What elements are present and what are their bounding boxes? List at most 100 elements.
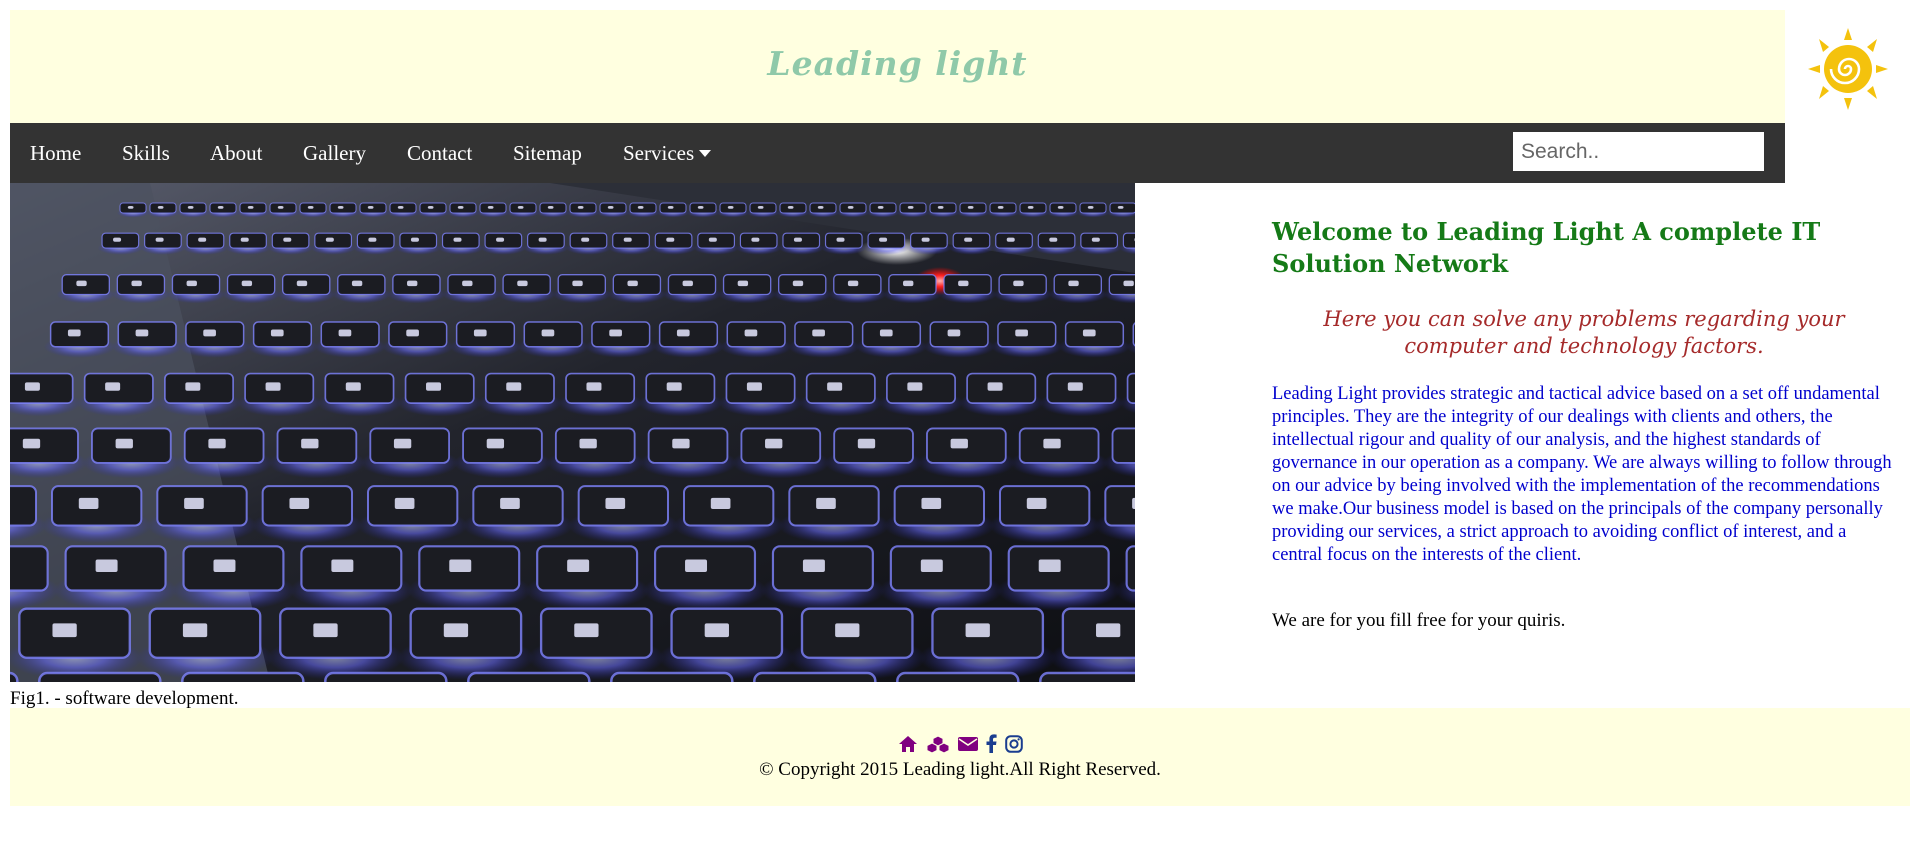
facebook-icon[interactable] — [986, 734, 997, 758]
key-legend — [579, 438, 597, 449]
nav-sitemap[interactable]: Sitemap — [513, 123, 582, 183]
key-legend — [1043, 438, 1061, 449]
key-legend — [812, 329, 825, 337]
key-legend — [1082, 329, 1096, 337]
key-legend — [541, 329, 555, 337]
key-legend — [247, 206, 254, 209]
key-legend — [746, 382, 762, 391]
key-legend — [816, 497, 836, 509]
keyboard-photo — [10, 183, 1135, 682]
key-legend — [240, 237, 249, 242]
key-legend — [213, 559, 236, 572]
key-legend — [605, 497, 626, 509]
key-legend — [313, 623, 338, 638]
copyright-text: © Copyright 2015 Leading light.All Right… — [759, 759, 1161, 780]
keyboard-key — [1125, 545, 1135, 592]
key-legend — [301, 438, 319, 449]
nav-skills[interactable]: Skills — [122, 123, 170, 183]
key-legend — [958, 280, 969, 287]
key-legend — [907, 382, 923, 391]
key-legend — [1123, 280, 1134, 287]
keyboard-key — [467, 671, 591, 682]
key-legend — [623, 237, 632, 242]
cubes-icon[interactable] — [926, 734, 950, 758]
key-legend — [1067, 382, 1083, 391]
hero-image — [10, 183, 1135, 682]
key-legend — [337, 206, 344, 209]
key-legend — [937, 206, 944, 209]
key-legend — [879, 237, 888, 242]
nav-home[interactable]: Home — [30, 123, 81, 183]
key-legend — [307, 206, 314, 209]
key-legend — [67, 329, 81, 337]
key-legend — [965, 623, 990, 638]
key-legend — [547, 206, 554, 209]
key-legend — [574, 623, 599, 638]
keyboard-key — [181, 671, 305, 682]
nav-contact[interactable]: Contact — [407, 123, 472, 183]
key-legend — [1057, 206, 1064, 209]
key-legend — [1087, 206, 1094, 209]
key-legend — [793, 237, 802, 242]
key-legend — [947, 329, 961, 337]
key-legend — [443, 623, 469, 638]
welcome-heading: Welcome to Leading Light A complete IT S… — [1272, 217, 1821, 278]
key-legend — [667, 206, 674, 209]
key-legend — [1117, 206, 1124, 209]
key-legend — [685, 559, 708, 572]
key-legend — [105, 382, 121, 391]
key-legend — [1026, 497, 1047, 509]
key-legend — [836, 237, 845, 242]
key-legend — [473, 329, 487, 337]
key-legend — [710, 497, 731, 509]
key-legend — [113, 237, 122, 242]
key-legend — [727, 206, 734, 209]
key-legend — [331, 559, 354, 572]
key-legend — [1013, 280, 1024, 287]
key-legend — [368, 237, 377, 242]
key-legend — [296, 280, 308, 287]
key-legend — [666, 382, 682, 391]
key-legend — [203, 329, 216, 337]
nav-services[interactable]: Services — [623, 123, 712, 183]
key-legend — [1038, 559, 1061, 572]
key-legend — [397, 206, 404, 209]
key-legend — [577, 206, 584, 209]
key-legend — [453, 237, 462, 242]
nav-about[interactable]: About — [210, 123, 263, 183]
keyboard-key — [896, 671, 1020, 682]
keyboard-key — [1122, 232, 1135, 249]
key-legend — [135, 329, 149, 337]
key-legend — [1006, 237, 1015, 242]
nav-gallery[interactable]: Gallery — [303, 123, 366, 183]
envelope-icon[interactable] — [957, 736, 978, 757]
key-legend — [198, 237, 207, 242]
key-legend — [500, 497, 520, 509]
instagram-icon[interactable] — [1004, 734, 1023, 758]
key-legend — [997, 206, 1004, 209]
key-legend — [265, 382, 281, 391]
key-legend — [208, 438, 226, 449]
key-legend — [270, 329, 284, 337]
keyboard-key — [1132, 322, 1135, 347]
key-legend — [950, 438, 968, 449]
site-header: Leading light — [10, 10, 1785, 123]
key-legend — [24, 382, 40, 391]
key-legend — [817, 206, 824, 209]
home-icon[interactable] — [898, 735, 918, 758]
site-footer: © Copyright 2015 Leading light.All Right… — [10, 708, 1910, 806]
key-legend — [1091, 237, 1100, 242]
key-legend — [506, 382, 522, 391]
key-legend — [967, 206, 974, 209]
key-legend — [792, 280, 804, 287]
key-legend — [127, 206, 134, 209]
keyboard-key — [753, 671, 877, 682]
key-legend — [115, 438, 133, 449]
key-legend — [52, 623, 77, 638]
key-legend — [802, 559, 825, 572]
key-legend — [920, 559, 943, 572]
search-input[interactable] — [1513, 132, 1764, 171]
keyboard-key — [10, 372, 74, 404]
key-legend — [581, 237, 590, 242]
key-legend — [704, 623, 729, 638]
